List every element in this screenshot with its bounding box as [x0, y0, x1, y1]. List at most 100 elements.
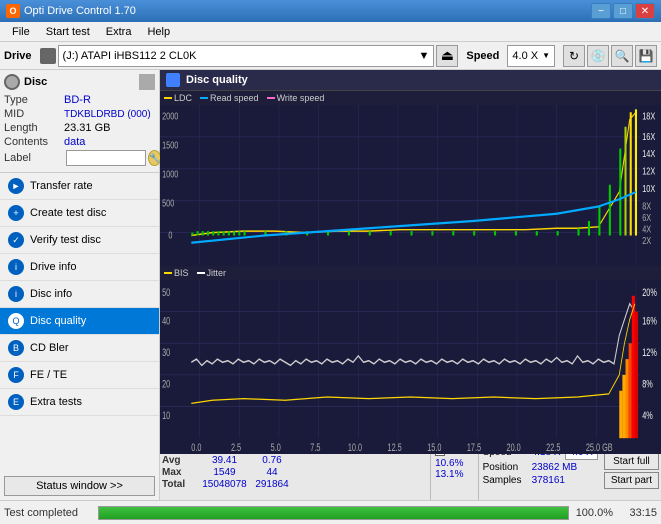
- status-window-button[interactable]: Status window >>: [4, 476, 155, 496]
- mid-value: TDKBLDRBD (000): [64, 109, 155, 120]
- progress-bar-container: [98, 506, 569, 520]
- max-bis: 44: [252, 467, 292, 478]
- svg-text:15.0: 15.0: [427, 441, 441, 453]
- drivebar: Drive (J:) ATAPI iHBS112 2 CL0K ▼ ⏏ Spee…: [0, 42, 661, 70]
- position-label: Position: [483, 462, 528, 473]
- save-button[interactable]: 💾: [635, 45, 657, 67]
- svg-text:20: 20: [162, 378, 170, 390]
- position-row: Position 23862 MB: [483, 462, 598, 473]
- menu-start-test[interactable]: Start test: [38, 24, 98, 40]
- sidebar-item-fe-te[interactable]: F FE / TE: [0, 362, 159, 389]
- svg-text:2000: 2000: [162, 110, 178, 121]
- stats-row-total: Total 15048078 291864: [162, 479, 428, 490]
- sidebar-item-create-test-disc[interactable]: + Create test disc: [0, 200, 159, 227]
- create-test-disc-label: Create test disc: [30, 207, 106, 219]
- read-dot: [200, 97, 208, 99]
- svg-text:30: 30: [162, 346, 170, 358]
- sidebar-item-extra-tests[interactable]: E Extra tests: [0, 389, 159, 416]
- svg-text:50: 50: [162, 286, 170, 298]
- svg-text:18X: 18X: [642, 110, 655, 121]
- sidebar-item-disc-quality[interactable]: Q Disc quality: [0, 308, 159, 335]
- titlebar: O Opti Drive Control 1.70 − □ ✕: [0, 0, 661, 22]
- minimize-button[interactable]: −: [591, 3, 611, 19]
- eject-button[interactable]: ⏏: [436, 45, 458, 67]
- transfer-rate-label: Transfer rate: [30, 180, 93, 192]
- progress-text: 100.0%: [573, 507, 613, 519]
- samples-value: 378161: [532, 475, 565, 486]
- disc-quality-label: Disc quality: [30, 315, 86, 327]
- total-label: Total: [162, 479, 197, 490]
- samples-label: Samples: [483, 475, 528, 486]
- label-input[interactable]: [66, 150, 146, 166]
- fe-te-icon: F: [8, 367, 24, 383]
- stats-row-max: Max 1549 44: [162, 467, 428, 478]
- app-title: Opti Drive Control 1.70: [24, 5, 136, 17]
- status-bar: Test completed 100.0% 33:15: [0, 500, 661, 524]
- svg-text:4X: 4X: [642, 223, 651, 234]
- samples-row: Samples 378161: [483, 475, 598, 486]
- main-area: Disc Type BD-R MID TDKBLDRBD (000) Lengt…: [0, 70, 661, 500]
- extra-tests-label: Extra tests: [30, 396, 82, 408]
- total-bis: 291864: [252, 479, 292, 490]
- svg-text:20%: 20%: [642, 286, 657, 298]
- disc-quality-header: Disc quality: [160, 70, 661, 91]
- svg-text:12.5: 12.5: [388, 441, 402, 453]
- svg-text:14X: 14X: [642, 148, 655, 159]
- menu-help[interactable]: Help: [139, 24, 178, 40]
- svg-text:16%: 16%: [642, 315, 657, 327]
- legend-jitter: Jitter: [197, 268, 227, 278]
- dq-icon: [166, 73, 180, 87]
- jitter-avg: 10.6%: [435, 458, 463, 469]
- svg-text:12X: 12X: [642, 165, 655, 176]
- sidebar-item-transfer-rate[interactable]: ► Transfer rate: [0, 173, 159, 200]
- svg-text:6X: 6X: [642, 212, 651, 223]
- disc-contents-row: Contents data: [4, 136, 155, 148]
- disc-label: Disc: [24, 76, 47, 88]
- time-text: 33:15: [617, 507, 657, 519]
- window-controls: − □ ✕: [591, 3, 655, 19]
- speed-value: 4.0 X: [512, 50, 538, 62]
- refresh-button[interactable]: ↻: [563, 45, 585, 67]
- right-area: Disc quality LDC Read speed Wri: [160, 70, 661, 500]
- top-chart-legend: LDC Read speed Write speed: [160, 91, 661, 105]
- disc-label-row: Label 🔧: [4, 150, 155, 166]
- label-label: Label: [4, 152, 64, 164]
- burn-button[interactable]: 💿: [587, 45, 609, 67]
- transfer-rate-icon: ►: [8, 178, 24, 194]
- fe-te-label: FE / TE: [30, 369, 67, 381]
- verify-test-disc-label: Verify test disc: [30, 234, 101, 246]
- close-button[interactable]: ✕: [635, 3, 655, 19]
- svg-text:8%: 8%: [642, 378, 653, 390]
- maximize-button[interactable]: □: [613, 3, 633, 19]
- menu-extra[interactable]: Extra: [98, 24, 140, 40]
- svg-text:0.0: 0.0: [191, 441, 201, 453]
- type-label: Type: [4, 94, 64, 106]
- svg-text:2X: 2X: [642, 235, 651, 246]
- charts-area: LDC Read speed Write speed: [160, 91, 661, 440]
- menu-file[interactable]: File: [4, 24, 38, 40]
- bottom-chart: BIS Jitter: [160, 266, 661, 440]
- disc-section: Disc Type BD-R MID TDKBLDRBD (000) Lengt…: [0, 70, 159, 173]
- scan-button[interactable]: 🔍: [611, 45, 633, 67]
- max-ldc: 1549: [197, 467, 252, 478]
- top-chart-svg: 2000 1500 1000 500 0 18X 16X 14X 12X 10X…: [160, 105, 661, 279]
- legend-read: Read speed: [200, 93, 259, 103]
- drive-dropdown[interactable]: (J:) ATAPI iHBS112 2 CL0K ▼: [58, 45, 435, 67]
- contents-value: data: [64, 136, 155, 148]
- sidebar-item-verify-test-disc[interactable]: ✓ Verify test disc: [0, 227, 159, 254]
- jitter-max: 13.1%: [435, 469, 473, 480]
- sidebar-item-cd-bler[interactable]: B CD Bler: [0, 335, 159, 362]
- create-test-disc-icon: +: [8, 205, 24, 221]
- position-value: 23862 MB: [532, 462, 578, 473]
- sidebar-item-disc-info[interactable]: i Disc info: [0, 281, 159, 308]
- svg-text:2.5: 2.5: [231, 441, 241, 453]
- speed-dropdown[interactable]: 4.0 X ▼: [507, 45, 555, 67]
- svg-text:10.0: 10.0: [348, 441, 362, 453]
- svg-text:5.0: 5.0: [271, 441, 281, 453]
- svg-text:10: 10: [162, 410, 170, 422]
- start-part-button[interactable]: Start part: [604, 472, 659, 489]
- disc-img-icon: [139, 74, 155, 90]
- ldc-dot: [164, 97, 172, 99]
- sidebar-item-drive-info[interactable]: i Drive info: [0, 254, 159, 281]
- type-value: BD-R: [64, 94, 155, 106]
